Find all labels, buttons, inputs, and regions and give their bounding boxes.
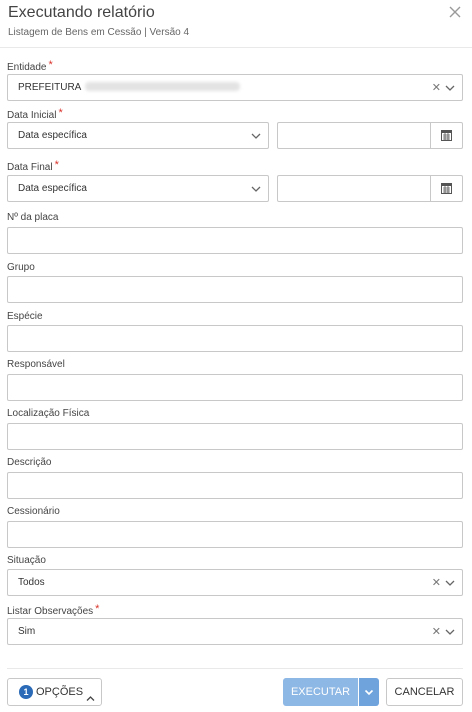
especie-input[interactable] (7, 325, 463, 352)
placa-label: Nº da placa (7, 212, 59, 223)
required-mark: * (48, 59, 53, 71)
cancel-button[interactable]: CANCELAR (386, 678, 463, 706)
required-mark: * (58, 107, 63, 119)
situacao-label: Situação (7, 555, 46, 566)
descricao-input[interactable] (7, 472, 463, 499)
modal-header: Executando relatório Listagem de Bens em… (0, 0, 472, 48)
execute-dropdown-button[interactable] (359, 678, 379, 706)
responsavel-label: Responsável (7, 359, 65, 370)
calendar-button[interactable] (430, 176, 462, 201)
chevron-up-icon (86, 689, 95, 707)
grupo-input[interactable] (7, 276, 463, 303)
descricao-label: Descrição (7, 457, 52, 468)
placa-input[interactable] (7, 227, 463, 254)
entidade-label: Entidade * (7, 59, 53, 73)
modal-title: Executando relatório (8, 4, 155, 21)
responsavel-input[interactable] (7, 374, 463, 401)
localizacao-label: Localização Física (7, 408, 90, 419)
chevron-down-icon (364, 689, 374, 696)
data-inicial-label: Data Inicial * (7, 107, 63, 121)
especie-label: Espécie (7, 311, 43, 322)
listar-obs-value: Sim (18, 626, 36, 637)
execute-button[interactable]: EXECUTAR (283, 678, 358, 706)
required-mark: * (54, 159, 59, 171)
clear-icon[interactable]: ✕ (432, 81, 441, 95)
clear-icon[interactable]: ✕ (432, 625, 441, 639)
footer-divider (7, 668, 463, 669)
calendar-button[interactable] (430, 123, 462, 148)
cessionario-input[interactable] (7, 521, 463, 548)
calendar-icon (441, 130, 452, 141)
options-button[interactable]: 1 OPÇÕES (7, 678, 102, 706)
data-final-type-value: Data específica (18, 183, 87, 194)
situacao-select[interactable]: Todos ✕ (7, 569, 463, 596)
entidade-select[interactable]: PREFEITURA ✕ (7, 74, 463, 101)
options-count-badge: 1 (19, 685, 33, 699)
localizacao-input[interactable] (7, 423, 463, 450)
chevron-down-icon[interactable] (445, 579, 455, 587)
chevron-down-icon[interactable] (445, 84, 455, 92)
close-button[interactable] (448, 5, 462, 19)
listar-obs-select[interactable]: Sim ✕ (7, 618, 463, 645)
data-final-date-input[interactable] (277, 175, 463, 202)
data-final-type-select[interactable]: Data específica (7, 175, 269, 202)
chevron-down-icon[interactable] (251, 132, 261, 140)
chevron-down-icon[interactable] (445, 628, 455, 636)
clear-icon[interactable]: ✕ (432, 576, 441, 590)
calendar-icon (441, 183, 452, 194)
entidade-value: PREFEITURA (18, 82, 241, 93)
situacao-value: Todos (18, 577, 45, 588)
chevron-down-icon[interactable] (251, 185, 261, 193)
data-inicial-type-value: Data específica (18, 130, 87, 141)
redacted-text (85, 82, 241, 91)
options-label: OPÇÕES (36, 686, 84, 698)
close-icon (449, 6, 461, 18)
required-mark: * (95, 603, 100, 615)
modal-subtitle: Listagem de Bens em Cessão | Versão 4 (8, 27, 190, 38)
grupo-label: Grupo (7, 262, 35, 273)
listar-obs-label: Listar Observações * (7, 603, 100, 617)
data-inicial-date-input[interactable] (277, 122, 463, 149)
data-inicial-type-select[interactable]: Data específica (7, 122, 269, 149)
cessionario-label: Cessionário (7, 506, 60, 517)
data-final-label: Data Final * (7, 159, 59, 173)
